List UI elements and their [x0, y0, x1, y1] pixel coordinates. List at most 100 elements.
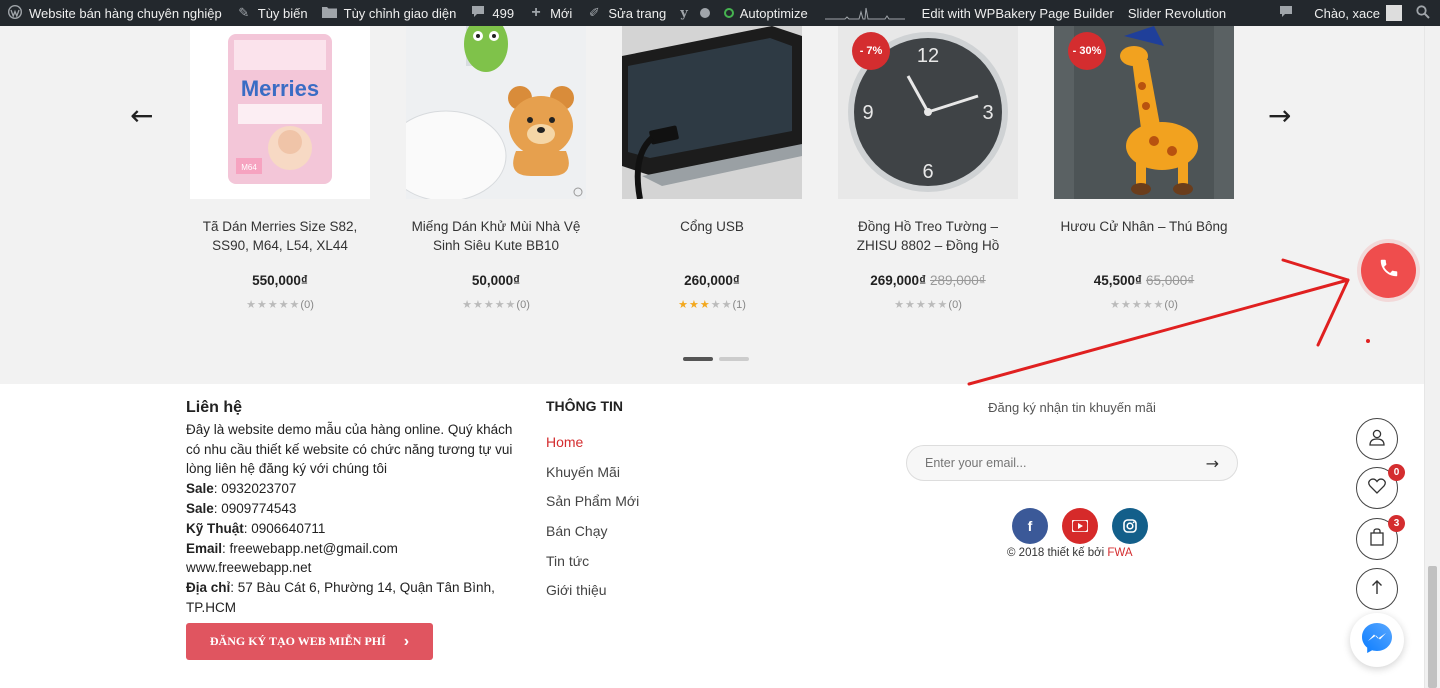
page-scrollbar[interactable] — [1424, 26, 1440, 688]
instagram-icon[interactable] — [1112, 508, 1148, 544]
product-price: 550,000₫ — [190, 273, 370, 288]
admin-customize-ui[interactable]: Tùy chỉnh giao diện — [315, 0, 464, 26]
contact-address: Địa chỉ: 57 Bàu Cát 6, Phường 14, Quận T… — [186, 578, 516, 618]
phone-call-button[interactable] — [1361, 243, 1416, 298]
admin-edit-page[interactable]: ✐ Sửa trang — [579, 0, 673, 26]
admin-site-name-label: Website bán hàng chuyên nghiệp — [29, 5, 222, 21]
svg-text:Merries: Merries — [241, 76, 319, 101]
subscribe-title: Đăng ký nhận tin khuyến mãi — [988, 400, 1156, 415]
info-section: THÔNG TIN Home Khuyến Mãi Sản Phẩm Mới B… — [546, 398, 639, 612]
rating-count: (0) — [1164, 299, 1178, 311]
contact-email: Email: freewebapp.net@gmail.com — [186, 539, 516, 559]
admin-new[interactable]: + Mới — [521, 0, 579, 26]
admin-slider[interactable]: Slider Revolution — [1121, 0, 1233, 26]
copyright-brand-link[interactable]: FWA — [1107, 547, 1132, 559]
social-links: f — [1012, 508, 1148, 544]
admin-wpbakery[interactable]: Edit with WPBakery Page Builder — [915, 0, 1121, 26]
stats-sparkline[interactable] — [824, 6, 905, 20]
admin-slider-label: Slider Revolution — [1127, 5, 1227, 21]
admin-yoast[interactable]: y — [673, 0, 717, 26]
svg-text:12: 12 — [917, 45, 939, 67]
product-card[interactable]: Cổng USB 260,000₫ ★★★★★(1) — [622, 26, 802, 311]
admin-account[interactable]: Chào, xace — [1307, 0, 1409, 26]
newsletter-email-input[interactable] — [925, 456, 1175, 470]
product-image-giraffe[interactable]: - 30% — [1054, 26, 1234, 199]
product-image-usb[interactable] — [622, 26, 802, 199]
comment-icon — [470, 5, 486, 21]
product-image-deodorizer[interactable] — [406, 26, 586, 199]
footer-link-new-products[interactable]: Sản Phẩm Mới — [546, 493, 639, 523]
product-name[interactable]: Tã Dán Merries Size S82, SS90, M64, L54,… — [190, 217, 370, 255]
contact-tech: Kỹ Thuật: 0906640711 — [186, 519, 516, 539]
product-name[interactable]: Hươu Cử Nhân – Thú Bông — [1054, 217, 1234, 255]
contact-address-value: : 57 Bàu Cát 6, Phường 14, Quận Tân Bình… — [186, 580, 495, 615]
wishlist-button[interactable]: 0 — [1356, 464, 1405, 509]
contact-title: Liên hệ — [186, 399, 243, 416]
bag-icon — [1369, 527, 1385, 551]
avatar — [1386, 5, 1402, 21]
product-card[interactable]: Miếng Dán Khử Mùi Nhà Vệ Sinh Siêu Kute … — [406, 26, 586, 311]
youtube-icon[interactable] — [1062, 508, 1098, 544]
svg-text:6: 6 — [922, 161, 933, 183]
footer-link-home[interactable]: Home — [546, 434, 639, 464]
contact-sale-2: Sale: 0909774543 — [186, 499, 516, 519]
admin-customize-label: Tùy biến — [257, 5, 308, 21]
yoast-icon: y — [680, 5, 688, 21]
footer: Liên hệ Đây là website demo mẫu của hàng… — [0, 384, 1424, 688]
admin-comments[interactable]: 499 — [463, 0, 521, 26]
sale-badge: - 30% — [1068, 32, 1106, 70]
admin-search[interactable] — [1409, 0, 1440, 26]
account-button[interactable] — [1356, 418, 1398, 460]
footer-link-best-sellers[interactable]: Bán Chạy — [546, 523, 639, 553]
product-name[interactable]: Đồng Hồ Treo Tường – ZHISU 8802 – Đồng H… — [838, 217, 1018, 255]
carousel-dot-1[interactable] — [683, 357, 713, 361]
product-name[interactable]: Miếng Dán Khử Mùi Nhà Vệ Sinh Siêu Kute … — [406, 217, 586, 255]
admin-customize[interactable]: ✎ Tùy biến — [229, 0, 315, 26]
back-to-top-button[interactable] — [1356, 568, 1398, 610]
heart-icon — [1368, 477, 1386, 499]
product-image-diapers[interactable]: Merries M64 — [190, 26, 370, 199]
svg-text:M64: M64 — [241, 163, 257, 172]
product-card[interactable]: - 7% 12 3 6 9 Đồng Hồ Treo Tường – ZHISU… — [838, 26, 1018, 311]
carousel-prev-arrow-icon[interactable]: ← — [130, 99, 153, 132]
product-card[interactable]: Merries M64 Tã Dán Merries Size S82, SS9… — [190, 26, 370, 311]
admin-notifications[interactable] — [1271, 0, 1307, 26]
contact-email-value: : freewebapp.net@gmail.com — [222, 540, 398, 556]
seo-status-dot — [699, 8, 710, 18]
admin-autoptimize[interactable]: Autoptimize — [717, 0, 815, 26]
carousel-pagination — [683, 357, 749, 361]
contact-website: www.freewebapp.net — [186, 560, 312, 576]
facebook-icon[interactable]: f — [1012, 508, 1048, 544]
product-card[interactable]: - 30% Hươu Cử Nhân – Thú Bông 45,500₫ 65,… — [1054, 26, 1234, 311]
contact-tech-value: : 0906640711 — [243, 520, 326, 536]
messenger-chat-button[interactable] — [1350, 613, 1404, 667]
product-name[interactable]: Cổng USB — [622, 217, 802, 255]
product-rating: ★★★★★(0) — [190, 298, 370, 311]
contact-sale-1: Sale: 0932023707 — [186, 479, 516, 499]
pencil-icon: ✐ — [588, 5, 600, 20]
carousel-dot-2[interactable] — [719, 357, 749, 361]
scrollbar-thumb[interactable] — [1428, 566, 1437, 688]
admin-bar: Website bán hàng chuyên nghiệp ✎ Tùy biế… — [0, 0, 1440, 26]
star-icon: ★★★★★ — [462, 299, 517, 311]
cart-count-badge: 3 — [1388, 515, 1405, 532]
footer-link-about[interactable]: Giới thiệu — [546, 582, 639, 612]
contact-sale-1-label: Sale — [186, 481, 214, 497]
footer-link-news[interactable]: Tin tức — [546, 553, 639, 583]
product-price-current: 45,500₫ — [1093, 273, 1142, 288]
product-price: 260,000₫ — [622, 273, 802, 288]
svg-text:9: 9 — [862, 102, 873, 124]
product-carousel: ← → Merries M64 Tã Dán Merries Size S82,… — [0, 26, 1424, 384]
cart-button[interactable]: 3 — [1356, 515, 1405, 560]
footer-link-promotions[interactable]: Khuyến Mãi — [546, 464, 639, 494]
contact-address-label: Địa chỉ — [186, 580, 231, 596]
product-image-clock[interactable]: - 7% 12 3 6 9 — [838, 26, 1018, 199]
admin-site-name[interactable]: Website bán hàng chuyên nghiệp — [0, 0, 229, 26]
admin-wpbakery-label: Edit with WPBakery Page Builder — [921, 5, 1114, 21]
register-free-web-button[interactable]: ĐĂNG KÝ TẠO WEB MIỄN PHÍ › — [186, 623, 433, 660]
star-icon: ★★★★★ — [1110, 299, 1165, 311]
rating-count: (1) — [732, 299, 746, 311]
admin-greeting: Chào, xace — [1314, 5, 1380, 21]
carousel-next-arrow-icon[interactable]: → — [1268, 99, 1291, 132]
submit-arrow-icon[interactable]: → — [1206, 454, 1219, 473]
